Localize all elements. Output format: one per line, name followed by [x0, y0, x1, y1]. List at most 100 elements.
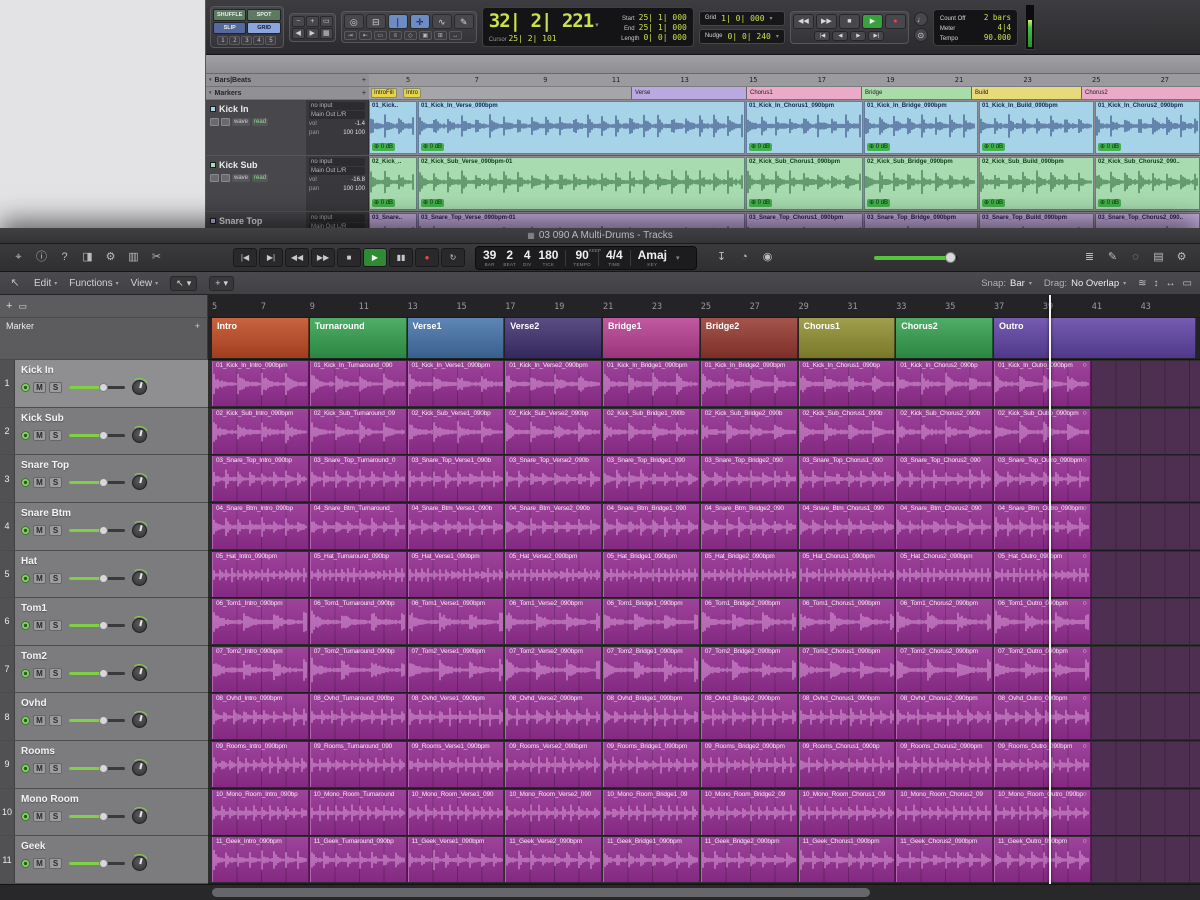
- pt-markers-ruler[interactable]: IntroFillIntroVerseChorus1BridgeBuildCho…: [369, 87, 1200, 100]
- read-selector[interactable]: read: [252, 174, 268, 182]
- audio-region[interactable]: 10_Mono_Room_Verse1_090: [408, 790, 505, 835]
- audio-region[interactable]: 01_Kick_In_Verse_090bpm⊕ 0 dB: [418, 101, 745, 154]
- track-volume-slider[interactable]: [69, 624, 125, 627]
- audio-region[interactable]: 06_Tom1_Chorus2_090bpm: [896, 599, 993, 644]
- track-on-button[interactable]: [21, 764, 30, 773]
- edit-option-button[interactable]: ⇥: [344, 31, 357, 40]
- audio-region[interactable]: 01_Kick_In_Bridge_090bpm⊕ 0 dB: [864, 101, 978, 154]
- audio-region[interactable]: 01_Kick_In_Turnaround_090: [310, 361, 407, 406]
- audio-region[interactable]: 01_Kick_In_Bridge1_090bpm: [603, 361, 700, 406]
- volume-thumb[interactable]: [945, 252, 956, 263]
- trim-tool[interactable]: ⊟: [366, 14, 386, 29]
- track-header-snare-btm[interactable]: 4Snare BtmMS: [0, 503, 208, 551]
- audio-region[interactable]: 10_Mono_Room_Bridge2_09: [701, 790, 798, 835]
- track-solo-button[interactable]: S: [49, 858, 62, 869]
- pan-knob[interactable]: [132, 856, 147, 871]
- edit-option-button[interactable]: ▭: [374, 31, 387, 40]
- track-on-button[interactable]: [21, 383, 30, 392]
- cut-icon[interactable]: ✂: [146, 248, 167, 267]
- track-on-button[interactable]: [21, 669, 30, 678]
- audio-region[interactable]: 02_Kick_Sub_Turnaround_09: [310, 409, 407, 454]
- audio-region[interactable]: 03_Snare_Top_Chorus2_090..⊕ 0 dB: [1095, 213, 1200, 228]
- menu-view[interactable]: View▾: [131, 278, 159, 289]
- track-mute-button[interactable]: M: [33, 858, 46, 869]
- track-volume-slider[interactable]: [69, 767, 125, 770]
- io-assignment[interactable]: Main Out L/R: [309, 111, 365, 119]
- add-icon[interactable]: +: [362, 90, 366, 97]
- audio-region[interactable]: 06_Tom1_Intro_090bpm: [212, 599, 309, 644]
- marker-chorus2[interactable]: Chorus2: [1081, 87, 1200, 99]
- audio-region[interactable]: 07_Tom2_Verse2_090bpm: [505, 647, 602, 692]
- track-solo-button[interactable]: S: [49, 668, 62, 679]
- audio-region[interactable]: 08_Ovhd_Outro_090bpm○: [994, 694, 1091, 739]
- preferences-icon[interactable]: ⚙: [100, 248, 121, 267]
- audio-region[interactable]: 03_Snare_Top_Verse_090bpm-01⊕ 0 dB: [418, 213, 745, 228]
- audio-region[interactable]: 04_Snare_Btm_Outro_090bpm○: [994, 504, 1091, 549]
- region-loop-handle[interactable]: ○: [1083, 743, 1087, 750]
- audio-region[interactable]: 06_Tom1_Verse2_090bpm: [505, 599, 602, 644]
- pause-button[interactable]: ▮▮: [389, 248, 413, 267]
- audio-region[interactable]: 02_Kick_Sub_Chorus1_090b: [799, 409, 896, 454]
- play-button[interactable]: ▶: [363, 248, 387, 267]
- marker-section-turnaround[interactable]: Turnaround: [310, 318, 407, 358]
- mode-shuffle-button[interactable]: SHUFFLE: [213, 9, 246, 21]
- audio-region[interactable]: 07_Tom2_Outro_090bpm○: [994, 647, 1091, 692]
- audio-region[interactable]: 08_Ovhd_Bridge2_090bpm: [701, 694, 798, 739]
- audio-region[interactable]: 05_Hat_Turnaround_090bp: [310, 552, 407, 597]
- track-header-kick-in[interactable]: 1Kick InMS: [0, 360, 208, 408]
- waveform-zoom-icon[interactable]: ≋: [1138, 278, 1146, 289]
- horizontal-zoom-icon[interactable]: ↔: [1166, 278, 1176, 289]
- audio-region[interactable]: 02_Kick_Sub_Verse2_090bp: [505, 409, 602, 454]
- region-loop-handle[interactable]: ○: [1083, 553, 1087, 560]
- region-loop-handle[interactable]: ○: [1083, 362, 1087, 369]
- mode-slip-button[interactable]: SLIP: [213, 22, 246, 34]
- track-on-button[interactable]: [21, 431, 30, 440]
- stop-button[interactable]: ■: [337, 248, 361, 267]
- locate-button[interactable]: ▶: [850, 31, 866, 41]
- audio-region[interactable]: 05_Hat_Chorus1_090bpm: [799, 552, 896, 597]
- left-click-tool-menu[interactable]: ↖ ▾: [170, 276, 197, 291]
- pan-knob[interactable]: [132, 713, 147, 728]
- tuner-icon[interactable]: ◔: [734, 248, 755, 267]
- go-begin-button[interactable]: |◀: [233, 248, 257, 267]
- zoom-button[interactable]: −: [292, 16, 305, 27]
- audio-region[interactable]: 06_Tom1_Verse1_090bpm: [408, 599, 505, 644]
- duplicate-track-button[interactable]: ▭: [18, 301, 27, 312]
- audio-region[interactable]: 05_Hat_Outro_090bpm○: [994, 552, 1091, 597]
- audio-region[interactable]: 11_Geek_Verse2_090bpm: [505, 837, 602, 882]
- track-volume-slider[interactable]: [69, 719, 125, 722]
- audio-region[interactable]: 03_Snare_Top_Bridge2_090: [701, 456, 798, 501]
- track-header-snare-top[interactable]: 3Snare TopMS: [0, 455, 208, 503]
- pan-knob[interactable]: [132, 380, 147, 395]
- zoom-preset-button[interactable]: 2: [229, 36, 240, 45]
- mode-grid-button[interactable]: GRID: [247, 22, 280, 34]
- audio-region[interactable]: 01_Kick_In_Intro_090bpm: [212, 361, 309, 406]
- audio-region[interactable]: 02_Kick_Sub_Intro_090bpm: [212, 409, 309, 454]
- browsers-icon[interactable]: ▤: [1148, 248, 1169, 267]
- metronome-button[interactable]: ♩: [914, 12, 928, 26]
- track-mute-button[interactable]: M: [33, 430, 46, 441]
- zoom-preset-button[interactable]: 4: [253, 36, 264, 45]
- zoom-button[interactable]: ▭: [320, 16, 333, 27]
- record-button[interactable]: ●: [415, 248, 439, 267]
- audio-region[interactable]: 07_Tom2_Intro_090bpm: [212, 647, 309, 692]
- audio-region[interactable]: 04_Snare_Btm_Bridge1_090: [603, 504, 700, 549]
- info-icon[interactable]: ⓘ: [31, 248, 52, 267]
- count-off-display[interactable]: Count Off2 bars: [940, 13, 1011, 22]
- ruler-row-label[interactable]: ▾Markers+: [206, 87, 369, 100]
- bar-ruler[interactable]: 5791113151719212325272931333537394143: [208, 295, 1200, 318]
- audio-region[interactable]: 11_Geek_Outro_090bpm○: [994, 837, 1091, 882]
- io-assignment[interactable]: no input: [309, 158, 365, 166]
- track-mute-button[interactable]: M: [33, 477, 46, 488]
- track-on-button[interactable]: [21, 574, 30, 583]
- io-assignment[interactable]: Main Out L/R: [309, 167, 365, 175]
- rewind-button[interactable]: ◀◀: [793, 14, 814, 29]
- audio-region[interactable]: 02_Kick_Sub_Chorus2_090..⊕ 0 dB: [1095, 157, 1200, 210]
- forward-button[interactable]: ▶▶: [816, 14, 837, 29]
- audio-region[interactable]: 03_Snare_Top_Bridge1_090: [603, 456, 700, 501]
- nudge-control[interactable]: Nudge0| 0| 240▾: [699, 29, 785, 44]
- audio-region[interactable]: 09_Rooms_Bridge2_090bpm: [701, 742, 798, 787]
- track-volume-slider[interactable]: [69, 577, 125, 580]
- rewind-button[interactable]: ◀◀: [285, 248, 309, 267]
- zoom-button[interactable]: ▶: [306, 28, 319, 39]
